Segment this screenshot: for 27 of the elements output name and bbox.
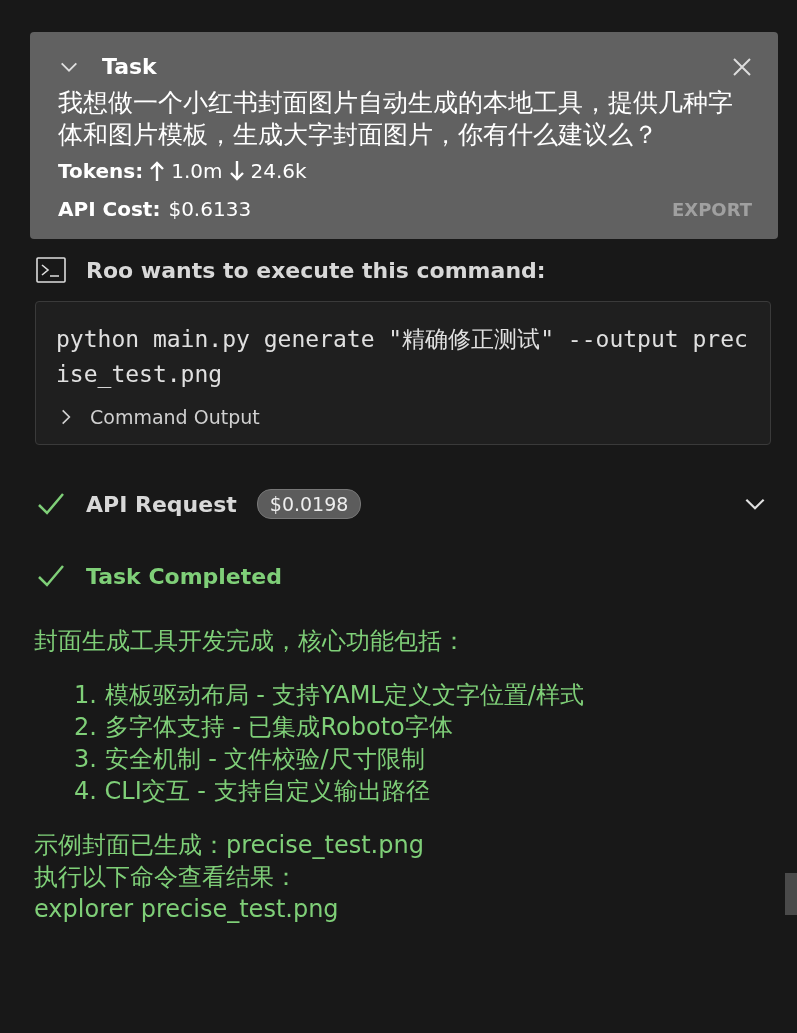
task-completed-label: Task Completed [86,563,282,589]
down-arrow-icon [228,160,245,182]
scrollbar-thumb[interactable] [785,873,797,915]
terminal-icon [36,257,66,283]
task-title: Task [102,54,158,79]
close-button[interactable] [732,56,752,77]
tokens-out: 24.6k [250,159,307,183]
result-line: 示例封面已生成：precise_test.png [34,830,425,861]
list-item: 1. 模板驱动布局 - 支持YAML定义文字位置/样式 [74,680,584,711]
close-icon [732,56,752,77]
list-item: 3. 安全机制 - 文件校验/尺寸限制 [74,744,425,775]
tokens-in: 1.0m [171,159,223,183]
list-item: 2. 多字体支持 - 已集成Roboto字体 [74,712,453,743]
completion-intro: 封面生成工具开发完成，核心功能包括： [34,626,467,657]
result-line: 执行以下命令查看结果： [34,862,299,893]
tokens-label: Tokens: [58,159,144,183]
up-arrow-icon [149,160,166,182]
command-text: python main.py generate "精确修正测试" --output precise_test.png [56,325,749,390]
cost-label: API Cost: [58,197,161,221]
command-output-toggle[interactable]: Command Output [56,406,752,428]
result-line: explorer precise_test.png [34,894,340,925]
cost-pill: $0.0198 [256,489,362,519]
cost-value: $0.6133 [168,197,252,221]
command-heading: Roo wants to execute this command: [86,257,546,283]
api-request-label: API Request [86,491,237,517]
task-text: 我想做一个小红书封面图片自动生成的本地工具，提供几种字体和图片模板，生成大字封面图片，你有什么建议么？ [58,87,734,151]
list-item: 4. CLI交互 - 支持自定义输出路径 [74,776,430,807]
